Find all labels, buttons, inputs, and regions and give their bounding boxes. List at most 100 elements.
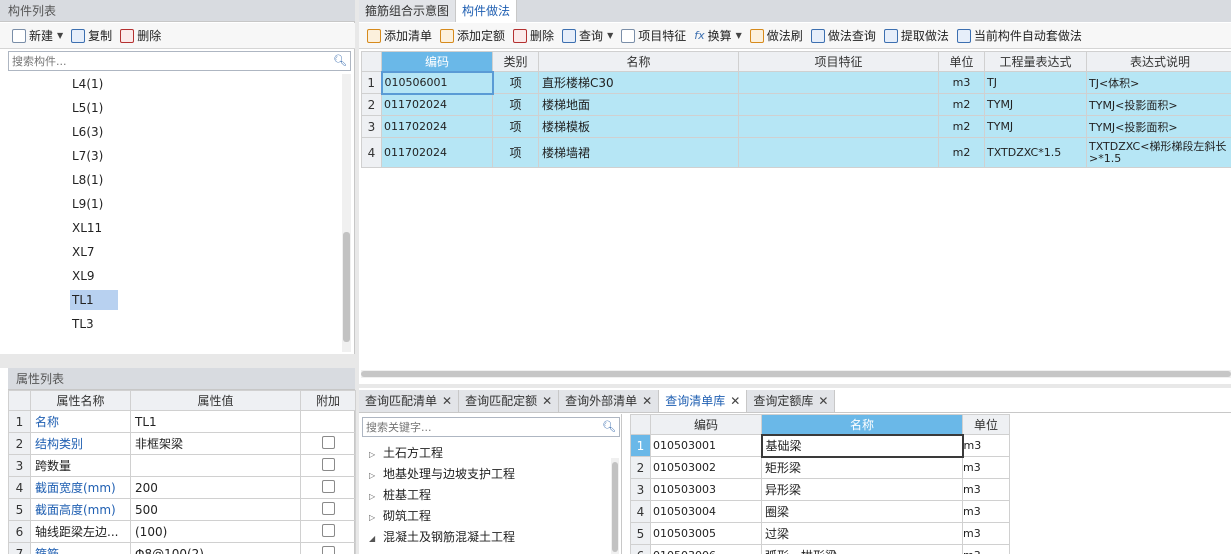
extract-method-button[interactable]: 提取做法: [880, 25, 953, 47]
close-icon[interactable]: ✕: [642, 394, 652, 408]
keyword-search-input[interactable]: [363, 418, 619, 436]
lib-unit-cell[interactable]: m3: [962, 544, 1010, 554]
library-tree-item[interactable]: ▷ 土石方工程: [369, 443, 443, 464]
copy-button[interactable]: 复制: [67, 25, 116, 47]
tree-scrollbar[interactable]: [342, 74, 351, 352]
unit-cell[interactable]: m2: [938, 93, 985, 116]
lib-code-cell[interactable]: 010503005: [650, 522, 762, 545]
unit-cell[interactable]: m3: [938, 71, 985, 94]
chevron-down-icon[interactable]: ▼: [57, 31, 63, 40]
lib-name-header[interactable]: 名称: [761, 414, 963, 435]
type-cell[interactable]: 项: [492, 137, 539, 168]
table-row[interactable]: 1 010506001 项直形楼梯C30 m3 TJ TJ<体积>: [361, 70, 1231, 95]
property-row[interactable]: 6 轴线距梁左边... (100): [8, 520, 356, 543]
tab-query-4[interactable]: 查询定额库 ✕: [747, 390, 836, 412]
grid-type-header[interactable]: 类别: [492, 51, 539, 72]
collapsed-triangle-icon[interactable]: ▷: [369, 465, 383, 486]
property-value[interactable]: Φ8@100(2): [130, 542, 301, 554]
auto-apply-button[interactable]: 当前构件自动套做法: [953, 25, 1086, 47]
table-row[interactable]: 2 011702024 项楼梯地面 m2 TYMJ TYMJ<投影面积>: [361, 93, 1231, 116]
method-hscrollbar[interactable]: [361, 370, 1231, 378]
grid-unit-header[interactable]: 单位: [938, 51, 985, 72]
type-cell[interactable]: 项: [492, 71, 539, 94]
extra-checkbox[interactable]: [321, 545, 335, 554]
lib-code-cell[interactable]: 010503006: [650, 544, 762, 554]
expr-cell[interactable]: TXTDZXC*1.5: [984, 137, 1087, 168]
extra-checkbox[interactable]: [321, 435, 335, 449]
collapsed-triangle-icon[interactable]: ▷: [369, 444, 383, 465]
close-icon[interactable]: ✕: [730, 394, 740, 408]
tree-item[interactable]: L9(1): [70, 194, 105, 214]
tab-query-1[interactable]: 查询匹配定额 ✕: [459, 390, 560, 412]
tab-query-2[interactable]: 查询外部清单 ✕: [559, 390, 660, 412]
lib-name-cell[interactable]: 弧形、拱形梁: [761, 544, 963, 554]
table-row[interactable]: 2 010503002 矩形梁 m3: [630, 456, 1010, 479]
unit-cell[interactable]: m2: [938, 115, 985, 138]
expr-cell[interactable]: TYMJ: [984, 93, 1087, 116]
feature-cell[interactable]: [738, 115, 939, 138]
library-tree-item[interactable]: ▷ 桩基工程: [369, 485, 431, 506]
lib-unit-cell[interactable]: m3: [962, 434, 1010, 457]
library-tree-item[interactable]: ▷ 地基处理与边坡支护工程: [369, 464, 515, 485]
table-row[interactable]: 1 010503001 基础梁 m3: [630, 433, 1010, 458]
method-hscrollbar-thumb[interactable]: [361, 371, 1231, 377]
expr-cell[interactable]: TJ: [984, 71, 1087, 94]
type-cell[interactable]: 项: [492, 115, 539, 138]
item-feature-button[interactable]: 项目特征: [617, 25, 690, 47]
tree-item[interactable]: TL3: [70, 314, 96, 334]
property-row[interactable]: 3 跨数量: [8, 454, 356, 477]
lib-unit-cell[interactable]: m3: [962, 456, 1010, 479]
component-search-input[interactable]: [9, 52, 350, 70]
close-icon[interactable]: ✕: [542, 394, 552, 408]
table-row[interactable]: 4 010503004 圈梁 m3: [630, 500, 1010, 523]
extra-checkbox[interactable]: [321, 501, 335, 515]
tree-item[interactable]: XL9: [70, 266, 97, 286]
property-value[interactable]: 500: [130, 498, 301, 521]
property-value[interactable]: 200: [130, 476, 301, 499]
feature-cell[interactable]: [738, 93, 939, 116]
tree-item[interactable]: XL7: [70, 242, 97, 262]
property-value[interactable]: TL1: [130, 410, 301, 433]
tree-item[interactable]: L5(1): [70, 98, 105, 118]
tab-query-0[interactable]: 查询匹配清单 ✕: [359, 390, 460, 412]
tree-item[interactable]: L7(3): [70, 146, 105, 166]
tree-item[interactable]: L4(1): [70, 74, 105, 94]
lib-name-cell[interactable]: 矩形梁: [761, 456, 963, 479]
collapsed-triangle-icon[interactable]: ▷: [369, 486, 383, 507]
add-quota-button[interactable]: 添加定额: [436, 25, 509, 47]
lib-unit-cell[interactable]: m3: [962, 500, 1010, 523]
code-cell[interactable]: 010506001: [380, 70, 494, 95]
search-icon[interactable]: 🔍︎: [602, 420, 616, 433]
library-tree-item[interactable]: ◢ 混凝土及钢筋混凝土工程: [369, 527, 515, 548]
code-cell[interactable]: 011702024: [381, 137, 493, 168]
property-row[interactable]: 2 结构类别 非框架梁: [8, 432, 356, 455]
lib-name-cell[interactable]: 圈梁: [761, 500, 963, 523]
tab-method-0[interactable]: 箍筋组合示意图: [359, 0, 457, 22]
expanded-triangle-icon[interactable]: ◢: [369, 528, 383, 549]
table-row[interactable]: 3 011702024 项楼梯模板 m2 TYMJ TYMJ<投影面积>: [361, 115, 1231, 138]
method-query-button[interactable]: 做法查询: [807, 25, 880, 47]
tree-item[interactable]: L6(3): [70, 122, 105, 142]
property-value[interactable]: 非框架梁: [130, 432, 301, 455]
extra-checkbox[interactable]: [321, 479, 335, 493]
lib-code-cell[interactable]: 010503004: [650, 500, 762, 523]
collapsed-triangle-icon[interactable]: ▷: [369, 507, 383, 528]
property-row[interactable]: 5 截面高度(mm) 500: [8, 498, 356, 521]
lib-code-cell[interactable]: 010503002: [650, 456, 762, 479]
desc-cell[interactable]: TYMJ<投影面积>: [1086, 93, 1231, 116]
desc-cell[interactable]: TYMJ<投影面积>: [1086, 115, 1231, 138]
property-value[interactable]: [130, 454, 301, 477]
library-tree-scrollbar-thumb[interactable]: [612, 462, 618, 552]
lib-unit-header[interactable]: 单位: [962, 414, 1010, 435]
table-row[interactable]: 5 010503005 过梁 m3: [630, 522, 1010, 545]
new-button[interactable]: 新建 ▼: [8, 25, 67, 47]
name-cell[interactable]: 楼梯墙裙: [538, 137, 739, 168]
lib-unit-cell[interactable]: m3: [962, 522, 1010, 545]
property-row[interactable]: 1 名称 TL1: [8, 410, 356, 433]
property-row[interactable]: 4 截面宽度(mm) 200: [8, 476, 356, 499]
grid-expr-header[interactable]: 工程量表达式: [984, 51, 1087, 72]
method-brush-button[interactable]: 做法刷: [746, 25, 807, 47]
desc-cell[interactable]: TJ<体积>: [1086, 71, 1231, 94]
tree-item[interactable]: TL1: [70, 290, 118, 310]
close-icon[interactable]: ✕: [818, 394, 828, 408]
